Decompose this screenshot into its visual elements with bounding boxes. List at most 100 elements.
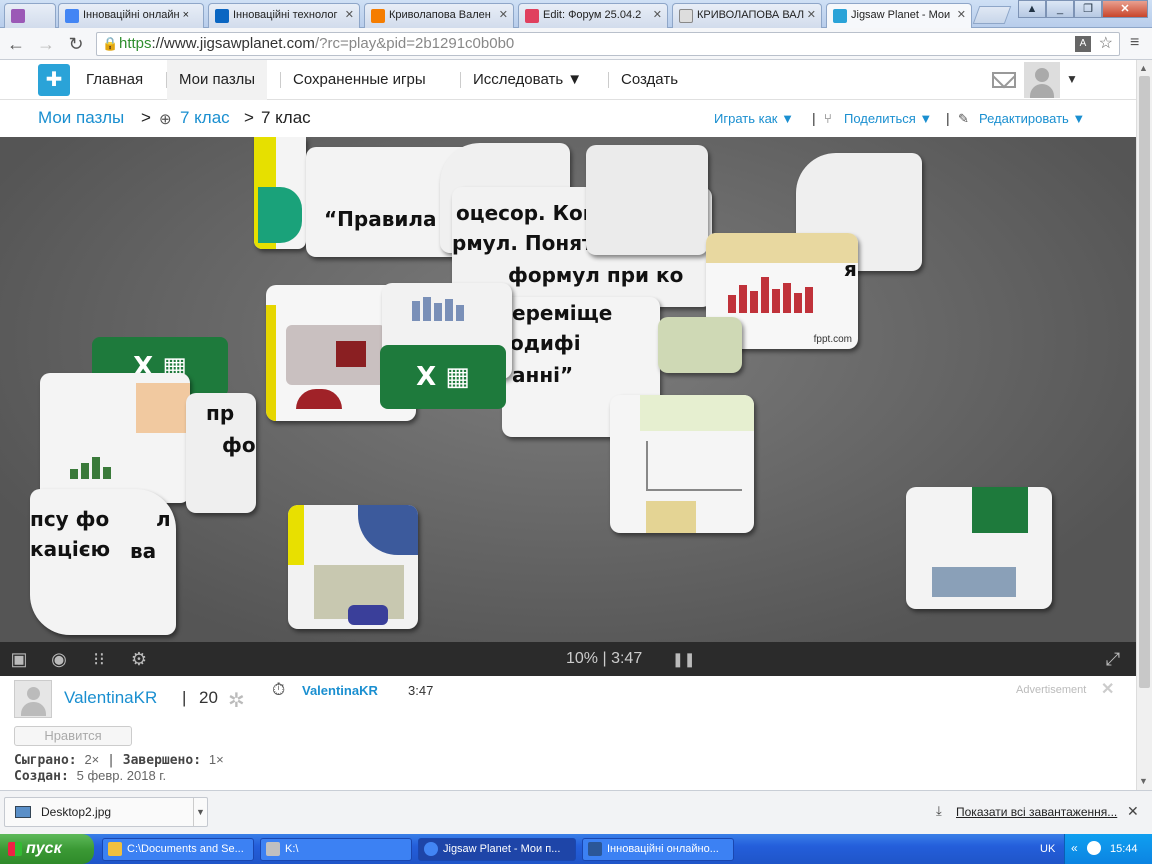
chevron-down-icon[interactable]: ▼ [1066, 72, 1078, 86]
user-icon[interactable]: ▲ [1018, 0, 1046, 18]
best-time-user[interactable]: ValentinaKR [302, 683, 378, 698]
puzzle-piece[interactable] [906, 487, 1052, 609]
scroll-down-icon[interactable]: ▼ [1139, 776, 1148, 786]
scroll-up-icon[interactable]: ▲ [1139, 63, 1148, 73]
tab-linkedin[interactable]: Інноваційні технолог ✕ [208, 3, 360, 28]
download-shelf: Desktop2.jpg ▼ ⤓ Показати всі завантажен… [0, 790, 1152, 834]
share-menu[interactable]: Поделиться ▼ [844, 111, 932, 126]
scroll-thumb[interactable] [1139, 76, 1150, 688]
breadcrumb-my-puzzles[interactable]: Мои пазлы [38, 108, 124, 128]
star-icon[interactable]: ☆ [1099, 33, 1113, 55]
folder-icon [108, 842, 122, 856]
nav-divider [280, 72, 281, 88]
chevron-down-icon[interactable]: ▼ [193, 798, 207, 826]
tab-label: Інноваційні онлайн × [83, 9, 190, 21]
puzzle-info: ValentinaKR | 20 ✲ ⏱ ValentinaKR 3:47 Ad… [0, 676, 1136, 790]
action-divider: | [812, 110, 816, 126]
minimize-button[interactable]: _ [1046, 0, 1074, 18]
new-tab-button[interactable] [972, 6, 1012, 24]
gear-icon[interactable]: ⚙ [128, 649, 150, 669]
puzzle-piece[interactable]: псу фо л кацією ва [30, 489, 176, 635]
doc-icon [679, 9, 693, 23]
address-bar[interactable]: 🔒 https://www.jigsawplanet.com/?rc=play&… [96, 32, 1120, 56]
taskbar-item-drive[interactable]: K:\ [260, 838, 412, 861]
avatar[interactable] [1024, 62, 1060, 98]
close-icon[interactable]: ✕ [499, 8, 508, 21]
close-icon[interactable]: ✕ [957, 8, 966, 21]
close-icon[interactable]: ✕ [1101, 679, 1114, 699]
tab-blogger[interactable]: Криволапова Вален ✕ [364, 3, 514, 28]
tab-doc[interactable]: КРИВОЛАПОВА ВАЛ ✕ [672, 3, 822, 28]
download-item[interactable]: Desktop2.jpg ▼ [4, 797, 208, 827]
menu-icon[interactable]: ≡ [1130, 34, 1146, 52]
played-value: 2× [84, 752, 100, 767]
close-icon[interactable]: ✕ [345, 8, 354, 21]
puzzle-piece[interactable] [658, 317, 742, 373]
nav-saved-games[interactable]: Сохраненные игры [293, 60, 426, 100]
taskbar-item-explorer[interactable]: C:\Documents and Se... [102, 838, 254, 861]
jigsaw-logo-icon[interactable]: ✚ [38, 64, 70, 96]
mail-icon[interactable] [992, 72, 1016, 88]
author-name[interactable]: ValentinaKR [64, 688, 157, 708]
puzzle-toolbar: ▣ ◉ ⁝⁝ ⚙ 10% | 3:47 ❚❚ ⤢ [0, 642, 1136, 676]
progress-timer: 10% | 3:47 [566, 650, 643, 667]
info-divider: | [182, 688, 187, 707]
taskbar-item-word[interactable]: Інноваційні онлайно... [582, 838, 734, 861]
like-button[interactable]: Нравится [14, 726, 132, 746]
close-icon[interactable]: ✕ [807, 8, 816, 21]
nav-my-puzzles[interactable]: Мои пазлы [167, 60, 268, 100]
tab-forum[interactable]: Edit: Форум 25.04.2 ✕ [518, 3, 668, 28]
fullscreen-icon[interactable]: ⤢ [1102, 649, 1124, 669]
nav-explore[interactable]: Исследовать ▼ [473, 60, 582, 100]
nav-home[interactable]: Главная [86, 60, 143, 100]
close-window-button[interactable]: ✕ [1102, 0, 1148, 18]
close-icon[interactable]: ✕ [653, 8, 662, 21]
taskbar-item-chrome[interactable]: Jigsaw Planet - Мои п... [418, 838, 576, 861]
tab-jigsaw[interactable]: Jigsaw Planet - Мои ✕ [826, 3, 972, 29]
edit-menu[interactable]: Редактировать ▼ [979, 111, 1085, 126]
bar-chart-image [70, 449, 111, 479]
tray-app-icon[interactable] [1087, 841, 1101, 855]
grid-icon[interactable]: ⁝⁝ [88, 649, 110, 669]
piece-text: пр [206, 401, 235, 425]
puzzle-piece[interactable] [288, 505, 418, 629]
breadcrumb-folder[interactable]: 7 клас [180, 108, 230, 128]
excel-icon[interactable]: X ▦ [380, 345, 506, 409]
start-button[interactable]: пуск [0, 834, 94, 864]
tab-pinned[interactable] [4, 3, 56, 28]
back-button[interactable]: ← [4, 32, 28, 56]
best-time: 3:47 [408, 683, 434, 698]
tray-arrow-icon[interactable]: « [1071, 841, 1078, 855]
reload-button[interactable]: ↻ [64, 32, 88, 56]
close-icon[interactable]: ✕ [1127, 803, 1139, 820]
ghost-image-icon[interactable]: ◉ [48, 649, 70, 669]
played-label: Сыграно: [14, 753, 77, 768]
tab-label: Jigsaw Planet - Мои [851, 9, 951, 21]
forward-button[interactable]: → [34, 32, 58, 56]
tab-label: Криволапова Вален [389, 9, 491, 21]
show-all-downloads-link[interactable]: Показати всі завантаження... [956, 805, 1117, 819]
image-preview-icon[interactable]: ▣ [8, 649, 30, 669]
nav-create[interactable]: Создать [621, 60, 678, 100]
share-icon: ⑂ [824, 111, 832, 126]
created-value: 5 февр. 2018 г. [76, 768, 167, 783]
puzzle-board[interactable]: “Правила з оцесор. Копіювання рмул. Поня… [0, 137, 1136, 642]
puzzle-piece[interactable] [586, 145, 708, 255]
language-indicator[interactable]: UK [1040, 843, 1055, 855]
puzzle-piece[interactable] [254, 137, 306, 249]
translate-icon[interactable]: A [1075, 36, 1091, 52]
tab-google[interactable]: Інноваційні онлайн × [58, 3, 204, 28]
piece-text: “Правила з [324, 207, 456, 231]
pause-icon[interactable]: ❚❚ [672, 649, 695, 669]
window-controls: ▲ _ ❐ ✕ [1018, 0, 1148, 18]
s-icon [525, 9, 539, 23]
restore-button[interactable]: ❐ [1074, 0, 1102, 18]
puzzle-piece[interactable] [610, 395, 754, 533]
play-as-menu[interactable]: Играть как ▼ [714, 111, 794, 126]
page-scrollbar[interactable]: ▲ ▼ [1136, 60, 1152, 790]
avatar[interactable] [14, 680, 52, 718]
puzzle-piece[interactable] [40, 373, 190, 503]
nav-divider [608, 72, 609, 88]
browser-tabstrip: Інноваційні онлайн × Інноваційні техноло… [0, 0, 1152, 29]
puzzle-piece[interactable]: пр фо [186, 393, 256, 513]
